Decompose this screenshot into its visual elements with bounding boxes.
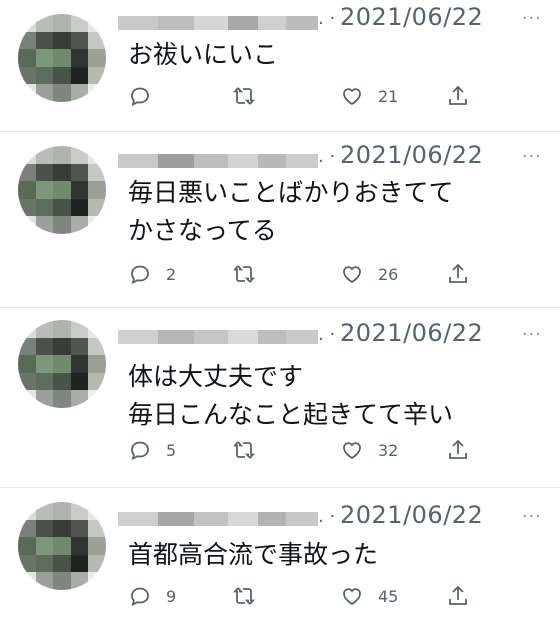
separator-dot: . · xyxy=(318,324,336,345)
username-redacted[interactable] xyxy=(118,154,318,168)
retweet-icon xyxy=(233,587,255,605)
avatar[interactable] xyxy=(18,502,106,590)
avatar[interactable] xyxy=(18,146,106,234)
username-redacted[interactable] xyxy=(118,330,318,344)
heart-icon xyxy=(343,588,361,606)
reply-icon xyxy=(131,441,149,461)
retweet-icon xyxy=(233,441,255,459)
tweet[interactable]: . · 2021/06/22 ··· 首都高合流で事故った 9 45 xyxy=(0,488,560,620)
tweet-text: お祓いにいこ xyxy=(128,40,279,69)
more-options-button[interactable]: ··· xyxy=(522,8,542,29)
more-options-button[interactable]: ··· xyxy=(522,324,542,345)
share-icon xyxy=(449,439,467,459)
retweet-button[interactable] xyxy=(232,438,256,462)
username-redacted[interactable] xyxy=(118,16,318,30)
tweet-text: 体は大丈夫です 毎日こんなこと起きてて辛い xyxy=(128,362,454,429)
retweet-button[interactable] xyxy=(232,584,256,608)
reply-button[interactable]: 9 xyxy=(128,584,176,608)
tweet[interactable]: . · 2021/06/22 ··· お祓いにいこ 21 xyxy=(0,0,560,132)
separator-dot: . · xyxy=(318,506,336,527)
reply-button[interactable]: 2 xyxy=(128,262,176,286)
reply-icon xyxy=(131,87,149,107)
heart-icon xyxy=(343,88,361,106)
tweet-date[interactable]: 2021/06/22 xyxy=(340,501,483,529)
more-options-button[interactable]: ··· xyxy=(522,506,542,527)
retweet-icon xyxy=(233,265,255,283)
more-options-button[interactable]: ··· xyxy=(522,146,542,167)
like-count: 26 xyxy=(378,264,399,284)
retweet-icon xyxy=(233,87,255,105)
retweet-button[interactable] xyxy=(232,262,256,286)
heart-icon xyxy=(343,442,361,460)
tweet-date[interactable]: 2021/06/22 xyxy=(340,319,483,347)
share-button[interactable] xyxy=(446,262,470,286)
tweet-text: 首都高合流で事故った xyxy=(128,540,379,569)
share-button[interactable] xyxy=(446,584,470,608)
retweet-button[interactable] xyxy=(232,84,256,108)
tweet-actions: 2 26 xyxy=(128,262,478,292)
separator-dot: . · xyxy=(318,8,336,29)
tweet-date[interactable]: 2021/06/22 xyxy=(340,141,483,169)
like-count: 45 xyxy=(378,586,399,606)
like-button[interactable]: 26 xyxy=(340,262,398,286)
share-icon xyxy=(449,85,467,105)
like-count: 32 xyxy=(378,440,399,460)
tweet-actions: 5 32 xyxy=(128,438,478,468)
reply-count: 2 xyxy=(166,264,177,284)
reply-button[interactable] xyxy=(128,84,166,108)
tweet[interactable]: . · 2021/06/22 ··· 体は大丈夫です 毎日こんなこと起きてて辛い… xyxy=(0,308,560,488)
avatar[interactable] xyxy=(18,14,106,102)
tweet-feed: . · 2021/06/22 ··· お祓いにいこ 21 . · 2021/06… xyxy=(0,0,560,620)
share-button[interactable] xyxy=(446,84,470,108)
share-button[interactable] xyxy=(446,438,470,462)
tweet-text: 毎日悪いことばかりおきてて かさなってる xyxy=(128,178,454,245)
like-button[interactable]: 32 xyxy=(340,438,398,462)
like-button[interactable]: 21 xyxy=(340,84,398,108)
share-icon xyxy=(449,263,467,283)
reply-count: 5 xyxy=(166,440,177,460)
tweet-date[interactable]: 2021/06/22 xyxy=(340,3,483,31)
reply-icon xyxy=(131,265,149,285)
tweet[interactable]: . · 2021/06/22 ··· 毎日悪いことばかりおきてて かさなってる … xyxy=(0,132,560,308)
avatar[interactable] xyxy=(18,320,106,408)
reply-button[interactable]: 5 xyxy=(128,438,176,462)
username-redacted[interactable] xyxy=(118,512,318,526)
tweet-actions: 21 xyxy=(128,84,478,114)
like-count: 21 xyxy=(378,86,399,106)
like-button[interactable]: 45 xyxy=(340,584,398,608)
reply-icon xyxy=(131,587,149,607)
reply-count: 9 xyxy=(166,586,177,606)
tweet-actions: 9 45 xyxy=(128,584,478,614)
heart-icon xyxy=(343,266,361,284)
separator-dot: . · xyxy=(318,146,336,167)
share-icon xyxy=(449,585,467,605)
